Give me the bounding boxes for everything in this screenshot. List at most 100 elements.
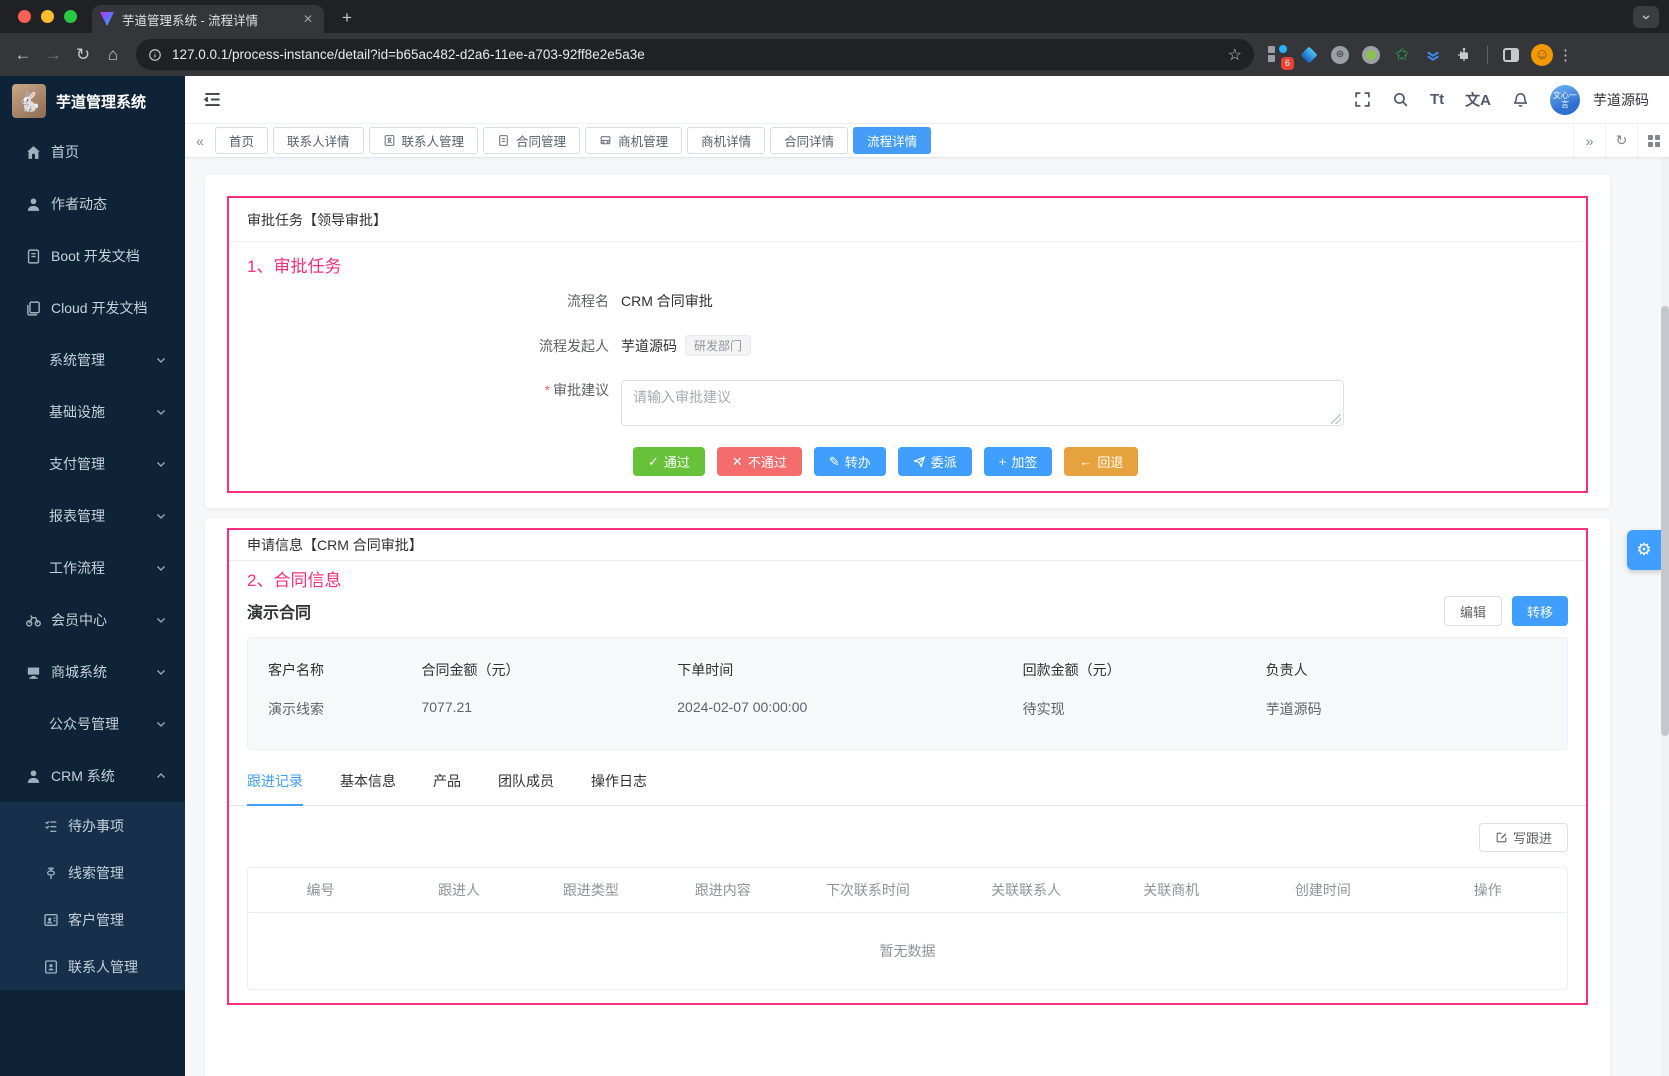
reload-button[interactable]: ↻ [68,40,98,70]
browser-tab[interactable]: 芋道管理系统 - 流程详情 ✕ [92,5,324,33]
fullscreen-icon[interactable] [1354,91,1371,108]
write-followup-button[interactable]: 写跟进 [1478,823,1568,852]
business-icon [600,136,611,145]
reject-button[interactable]: ✕ 不通过 [716,447,802,476]
window-controls[interactable] [18,10,77,23]
tab-contact-detail[interactable]: 联系人详情 [273,127,364,154]
tab-products[interactable]: 产品 [433,771,461,805]
font-size-icon[interactable]: Tt [1430,91,1444,108]
tab-team-members[interactable]: 团队成员 [498,771,554,805]
col-header: 跟进内容 [694,882,751,898]
browser-menu-icon[interactable]: ⋮ [1558,46,1573,64]
tab-process-detail[interactable]: 流程详情 [853,127,932,154]
forward-button[interactable]: → [38,40,68,70]
user-avatar[interactable]: 文心一言 [1550,84,1580,115]
maximize-window-button[interactable] [64,10,77,23]
back-button[interactable]: ← [8,40,38,70]
browser-window: 芋道管理系统 - 流程详情 ✕ + ← → ↻ ⌂ 127.0.0.1/proc… [0,0,1669,1076]
close-tab-icon[interactable]: ✕ [300,12,316,26]
username-label[interactable]: 芋道源码 [1593,90,1649,110]
settings-gear-button[interactable]: ⚙ [1627,530,1661,570]
scrollbar-track[interactable] [1661,158,1669,1076]
tab-contact-manage[interactable]: 联系人管理 [368,127,479,154]
tab-contract-detail[interactable]: 合同详情 [770,127,849,154]
comment-textarea-wrap [621,380,1344,429]
sidebar-item-contact[interactable]: 联系人管理 [0,943,185,990]
sidebar-item-boot-docs[interactable]: Boot 开发文档 [0,230,185,282]
sidebar-item-customer[interactable]: 客户管理 [0,896,185,943]
delegate-button[interactable]: 委派 [897,447,972,476]
followup-table: 编号 跟进人 跟进类型 跟进内容 下次联系时间 关联联系人 关联商机 创建时间 … [247,867,1568,990]
extension-green-circle-icon[interactable] [1359,43,1383,67]
extension-gray-circle-icon[interactable]: ⊛ [1328,43,1352,67]
comment-textarea[interactable] [621,380,1344,426]
sidebar-item-crm[interactable]: CRM 系统 [0,750,185,802]
side-panel-icon[interactable] [1499,43,1523,67]
profile-avatar-icon[interactable]: ☺ [1530,43,1554,67]
sidebar-item-home[interactable]: 首页 [0,126,185,178]
minimize-window-button[interactable] [41,10,54,23]
search-icon[interactable] [1392,91,1409,108]
transfer-contract-button[interactable]: 转移 [1511,596,1568,626]
extension-green-star-icon[interactable]: ✩ [1390,43,1414,67]
sidebar-item-clue[interactable]: 线索管理 [0,849,185,896]
sidebar-item-todo[interactable]: 待办事项 [0,802,185,849]
tab-search-chevron-icon[interactable] [1633,6,1659,28]
layout-grid-icon[interactable] [1637,124,1669,157]
col-header: 关联商机 [1143,882,1200,898]
sidebar-item-wechat[interactable]: 公众号管理 [0,698,185,750]
close-window-button[interactable] [18,10,31,23]
scrollbar-thumb[interactable] [1661,306,1669,736]
col-header: 下次联系时间 [825,882,910,898]
tabs-scroll-right-icon[interactable]: » [1573,124,1605,157]
return-button[interactable]: ← 回退 [1064,447,1139,476]
sidebar-item-member[interactable]: 会员中心 [0,594,185,646]
refresh-page-icon[interactable]: ↻ [1605,124,1637,157]
comment-label: * 审批建议 [544,382,609,398]
extension-grid-icon[interactable]: 6 [1266,43,1294,70]
site-info-icon[interactable] [148,48,162,62]
locale-icon[interactable]: 文A [1465,89,1491,110]
tab-basic-info[interactable]: 基本信息 [340,771,396,805]
tab-business-detail[interactable]: 商机详情 [687,127,766,154]
sidebar-item-cloud-docs[interactable]: Cloud 开发文档 [0,282,185,334]
transfer-task-button[interactable]: ✎ 转办 [813,447,886,476]
app-logo[interactable]: 🐇 芋道管理系统 [0,76,185,126]
notification-bell-icon[interactable] [1512,91,1529,108]
tab-followup-records[interactable]: 跟进记录 [247,771,303,806]
extensions-puzzle-icon[interactable] [1452,43,1476,67]
sidebar-item-infra[interactable]: 基础设施 [0,386,185,438]
info-label: 回款金额（元） [1022,662,1121,678]
home-icon [27,145,40,159]
approve-button[interactable]: ✓ 通过 [633,447,705,476]
textarea-resize-grip[interactable] [1331,414,1341,424]
address-bar[interactable]: 127.0.0.1/process-instance/detail?id=b65… [136,39,1254,70]
bookmark-star-icon[interactable]: ☆ [1228,45,1242,65]
home-button[interactable]: ⌂ [98,40,128,70]
app-header: Tt 文A 文心一言 芋道源码 [185,76,1669,124]
sidebar-item-system[interactable]: 系统管理 [0,334,185,386]
extension-layers-icon[interactable] [1421,43,1445,67]
new-tab-button[interactable]: + [334,5,360,31]
add-sign-button[interactable]: + 加签 [983,447,1053,476]
tab-home[interactable]: 首页 [215,127,269,154]
chevron-down-icon [157,358,165,363]
request-card-header: 申请信息【CRM 合同审批】 [229,530,1586,561]
collapse-menu-icon[interactable] [203,90,222,109]
edit-contract-button[interactable]: 编辑 [1443,596,1502,626]
sidebar-item-mall[interactable]: 商城系统 [0,646,185,698]
tab-operation-log[interactable]: 操作日志 [591,771,647,805]
sidebar-item-workflow[interactable]: 工作流程 [0,542,185,594]
tabs-scroll-left-icon[interactable]: « [185,133,215,149]
todo-list-icon [45,820,57,832]
tab-contract-manage[interactable]: 合同管理 [483,127,581,154]
sidebar-item-pay[interactable]: 支付管理 [0,438,185,490]
check-icon: ✓ [648,454,659,469]
tab-business-manage[interactable]: 商机管理 [585,127,683,154]
chevron-down-icon [157,618,165,623]
col-header: 跟进人 [438,882,481,898]
chevron-down-icon [157,514,165,519]
sidebar-item-author[interactable]: 作者动态 [0,178,185,230]
extension-kite-icon[interactable] [1297,43,1321,67]
sidebar-item-report[interactable]: 报表管理 [0,490,185,542]
